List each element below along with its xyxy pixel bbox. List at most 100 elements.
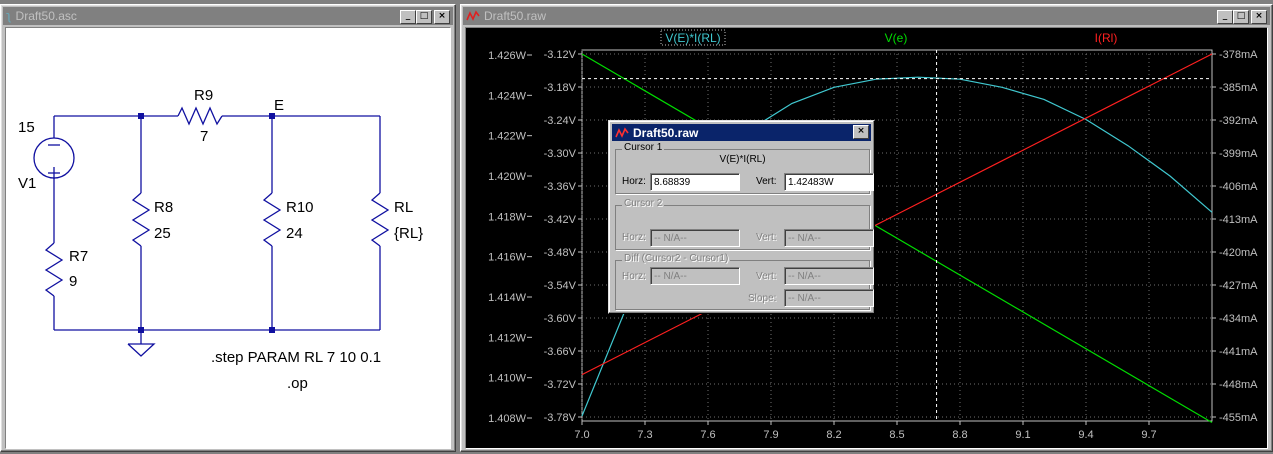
r8-name-label: R8 bbox=[154, 199, 173, 216]
x-axis-tick-label: 7.0 bbox=[574, 429, 589, 441]
x-axis-tick-label: 7.9 bbox=[763, 429, 778, 441]
cursor2-vert-label: Vert: bbox=[756, 232, 777, 243]
right-axis-tick-label: -406mA bbox=[1219, 181, 1258, 193]
right-axis-tick-label: -420mA bbox=[1219, 247, 1258, 259]
diff-horz-field bbox=[650, 267, 740, 285]
right-axis-tick-label: -399mA bbox=[1219, 148, 1258, 160]
mid-axis-tick-label: -3.54V bbox=[544, 280, 577, 292]
schematic-app-icon: ʅ bbox=[6, 9, 12, 23]
cursor1-group: Cursor 1 V(E)*I(RL) Horz: Vert: bbox=[615, 142, 874, 194]
junction-dot bbox=[138, 327, 144, 333]
mid-axis-tick-label: -3.42V bbox=[544, 214, 577, 226]
schematic-drawing: 15 V1 R9 7 E R8 25 R10 24 RL {RL} R7 9 .… bbox=[18, 87, 423, 392]
trace-legend-label: V(E)*I(RL) bbox=[665, 31, 720, 45]
diff-group-label: Diff (Cursor2 - Cursor1) bbox=[622, 253, 731, 264]
diff-group: Diff (Cursor2 - Cursor1) Horz: Vert: Slo… bbox=[615, 253, 874, 310]
r9-name-label: R9 bbox=[194, 87, 213, 104]
cursor2-vert-field bbox=[784, 229, 874, 247]
diff-vert-label: Vert: bbox=[756, 271, 777, 282]
schematic-window[interactable]: ʅ Draft50.asc _ □ × 15 V1 R9 7 E R8 25 R… bbox=[0, 4, 456, 452]
r7-value-label: 9 bbox=[69, 273, 77, 290]
cursor2-group: Cursor 2 Horz: Vert: bbox=[615, 198, 874, 250]
right-axis-tick-label: -385mA bbox=[1219, 82, 1258, 94]
left-axis-tick-label: 1.414W bbox=[488, 292, 527, 304]
mid-axis-tick-label: -3.60V bbox=[544, 313, 577, 325]
restore-icon[interactable]: □ bbox=[1233, 10, 1249, 24]
r10-value-label: 24 bbox=[286, 225, 303, 242]
schematic-canvas[interactable]: 15 V1 R9 7 E R8 25 R10 24 RL {RL} R7 9 .… bbox=[5, 27, 451, 449]
r9-value-label: 7 bbox=[200, 128, 208, 145]
trace-legend-label: I(Rl) bbox=[1095, 31, 1118, 45]
close-icon[interactable]: × bbox=[434, 10, 450, 24]
mid-axis-tick-label: -3.66V bbox=[544, 346, 577, 358]
minimize-icon[interactable]: _ bbox=[1217, 10, 1233, 24]
left-axis-tick-label: 1.418W bbox=[488, 211, 527, 223]
close-icon[interactable]: × bbox=[1251, 10, 1267, 24]
mid-axis-tick-label: -3.12V bbox=[544, 49, 577, 61]
rl-value-label: {RL} bbox=[394, 225, 423, 242]
mid-axis-tick-label: -3.24V bbox=[544, 115, 577, 127]
x-axis-tick-label: 7.3 bbox=[637, 429, 652, 441]
mid-axis-tick-label: -3.78V bbox=[544, 412, 577, 424]
waveform-app-icon bbox=[615, 126, 629, 138]
cursor1-group-label: Cursor 1 bbox=[622, 142, 665, 153]
mid-axis-tick-label: -3.36V bbox=[544, 181, 577, 193]
node-e-label: E bbox=[274, 97, 284, 114]
left-axis-tick-label: 1.422W bbox=[488, 131, 527, 143]
mid-axis-tick-label: -3.18V bbox=[544, 82, 577, 94]
x-axis-tick-label: 8.2 bbox=[826, 429, 841, 441]
mid-axis-tick-label: -3.72V bbox=[544, 379, 577, 391]
right-axis-tick-label: -427mA bbox=[1219, 280, 1258, 292]
diff-slope-label: Slope: bbox=[748, 293, 777, 304]
right-axis-tick-label: -378mA bbox=[1219, 49, 1258, 61]
x-axis-tick-label: 9.4 bbox=[1078, 429, 1093, 441]
mid-axis-tick-label: -3.48V bbox=[544, 247, 577, 259]
cursor-dialog[interactable]: Draft50.raw × Cursor 1 V(E)*I(RL) Horz: … bbox=[608, 120, 875, 314]
r10-name-label: R10 bbox=[286, 199, 314, 216]
schematic-title: Draft50.asc bbox=[15, 9, 77, 23]
left-axis-tick-label: 1.408W bbox=[488, 413, 527, 425]
junction-dot bbox=[269, 327, 275, 333]
schematic-titlebar[interactable]: ʅ Draft50.asc bbox=[3, 7, 453, 25]
left-axis-tick-label: 1.410W bbox=[488, 373, 527, 385]
x-axis-tick-label: 7.6 bbox=[700, 429, 715, 441]
cursor2-horz-field bbox=[650, 229, 740, 247]
x-axis-tick-label: 9.7 bbox=[1141, 429, 1156, 441]
v1-value-label: 15 bbox=[18, 119, 35, 136]
diff-vert-field bbox=[784, 267, 874, 285]
step-directive: .step PARAM RL 7 10 0.1 bbox=[211, 349, 381, 366]
right-axis-tick-label: -441mA bbox=[1219, 346, 1258, 358]
cursor2-group-label: Cursor 2 bbox=[622, 198, 665, 209]
r7-name-label: R7 bbox=[69, 248, 88, 265]
diff-horz-label: Horz: bbox=[622, 271, 646, 282]
cursor1-trace-name: V(E)*I(RL) bbox=[719, 154, 766, 165]
waveform-app-icon bbox=[466, 10, 480, 21]
cursor-dialog-titlebar[interactable]: Draft50.raw × bbox=[612, 124, 871, 141]
right-axis-tick-label: -434mA bbox=[1219, 313, 1258, 325]
restore-icon[interactable]: □ bbox=[416, 10, 432, 24]
right-axis-tick-label: -413mA bbox=[1219, 214, 1258, 226]
left-axis-tick-label: 1.424W bbox=[488, 90, 527, 102]
r8-value-label: 25 bbox=[154, 225, 171, 242]
cursor1-vert-field[interactable] bbox=[784, 173, 874, 191]
minimize-icon[interactable]: _ bbox=[400, 10, 416, 24]
left-axis-tick-label: 1.426W bbox=[488, 50, 527, 62]
cursor1-horz-label: Horz: bbox=[622, 176, 646, 187]
close-icon[interactable]: × bbox=[853, 125, 869, 139]
cursor1-horz-field[interactable] bbox=[650, 173, 740, 191]
x-axis-tick-label: 9.1 bbox=[1015, 429, 1030, 441]
plot-titlebar[interactable]: Draft50.raw bbox=[463, 7, 1270, 25]
cursor-dialog-title: Draft50.raw bbox=[633, 125, 699, 140]
x-axis-tick-label: 8.5 bbox=[889, 429, 904, 441]
left-axis-tick-label: 1.416W bbox=[488, 252, 527, 264]
x-axis-tick-label: 8.8 bbox=[952, 429, 967, 441]
trace-legend-label: V(e) bbox=[885, 31, 908, 45]
mid-axis-tick-label: -3.30V bbox=[544, 148, 577, 160]
v1-name-label: V1 bbox=[18, 175, 36, 192]
right-axis-tick-label: -455mA bbox=[1219, 412, 1258, 424]
rl-name-label: RL bbox=[394, 199, 413, 216]
diff-slope-field bbox=[784, 289, 874, 307]
plot-title: Draft50.raw bbox=[484, 9, 547, 23]
op-directive: .op bbox=[287, 375, 308, 392]
left-axis-tick-label: 1.412W bbox=[488, 332, 527, 344]
